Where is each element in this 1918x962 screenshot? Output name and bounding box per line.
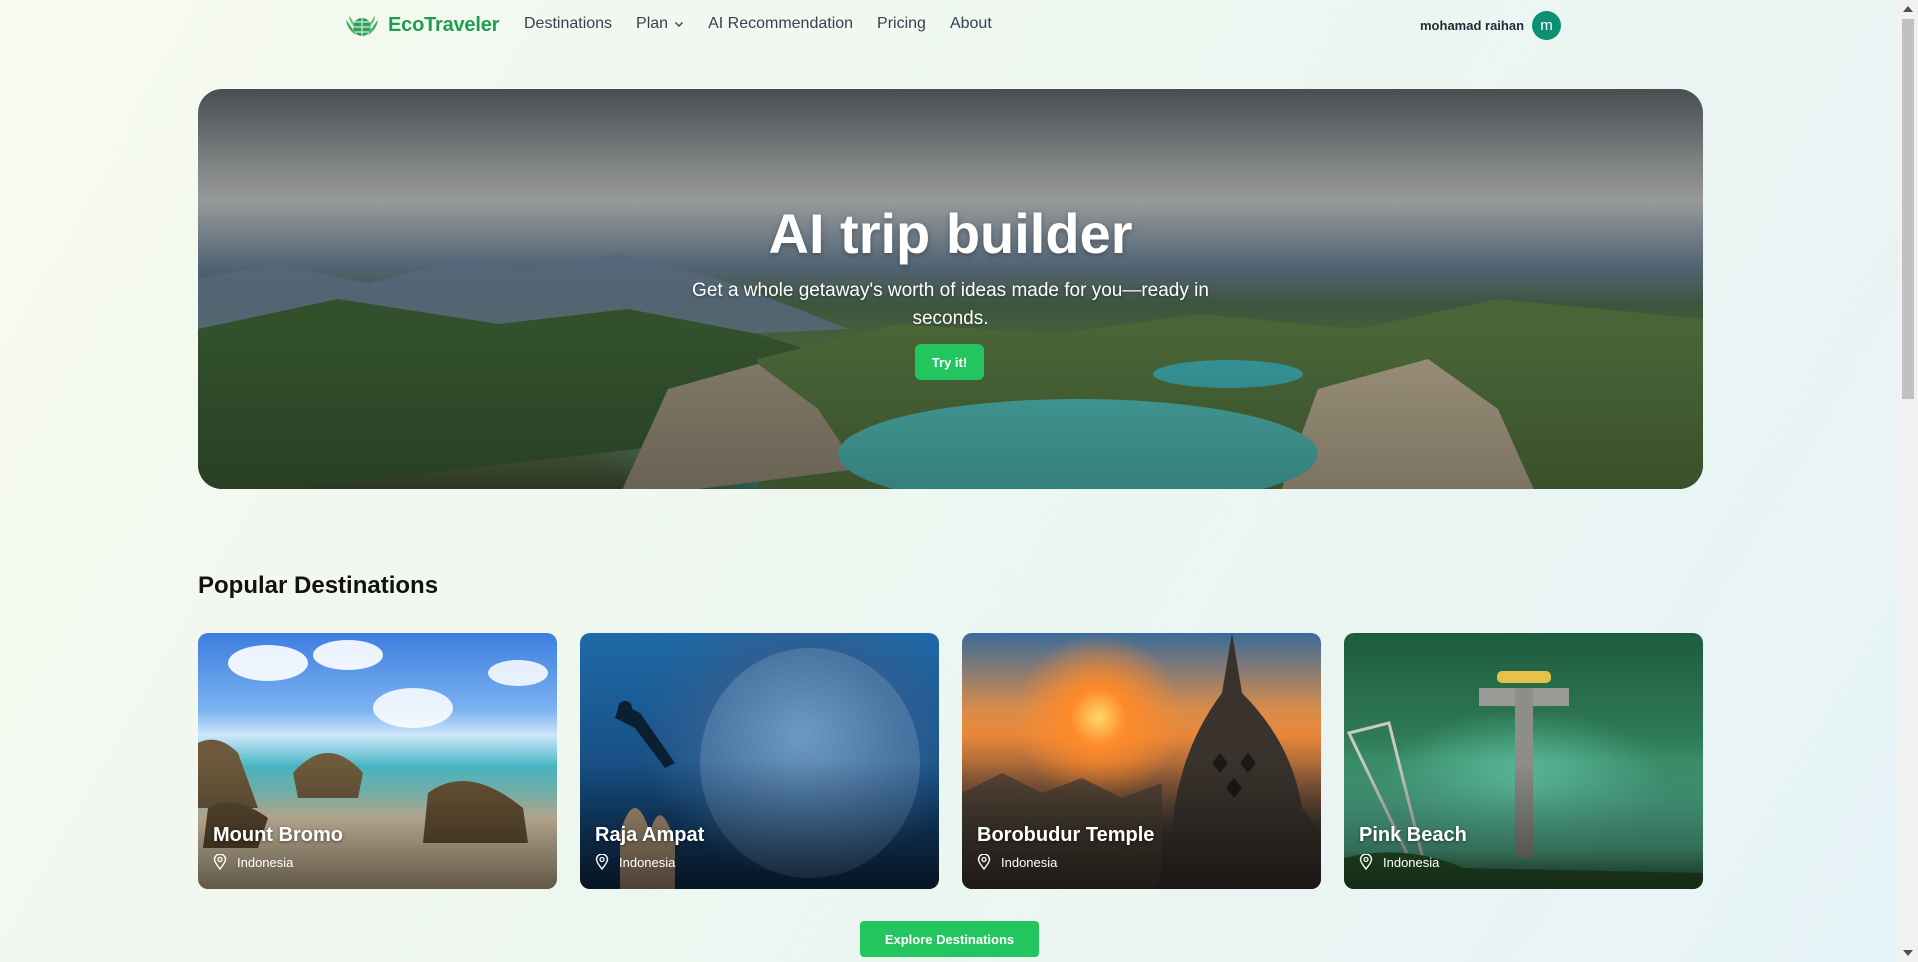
nav-destinations[interactable]: Destinations	[524, 15, 612, 33]
map-pin-icon	[213, 854, 227, 870]
card-location: Indonesia	[595, 854, 675, 870]
destination-card-borobudur-temple[interactable]: Borobudur Temple Indonesia	[962, 633, 1321, 889]
map-pin-icon	[595, 854, 609, 870]
try-it-button[interactable]: Try it!	[915, 344, 984, 380]
nav-ai-recommendation-label: AI Recommendation	[708, 15, 854, 32]
chevron-down-icon	[675, 22, 684, 27]
card-location: Indonesia	[977, 854, 1057, 870]
card-shade	[198, 633, 557, 889]
card-location: Indonesia	[1359, 854, 1439, 870]
nav-about-label: About	[949, 15, 992, 32]
map-pin-icon	[977, 854, 991, 870]
nav-ai-recommendation[interactable]: AI Recommendation	[708, 15, 853, 33]
map-pin-icon	[1359, 854, 1373, 870]
card-location-label: Indonesia	[237, 854, 294, 870]
card-location-label: Indonesia	[1383, 854, 1440, 870]
scroll-up-arrow-icon[interactable]	[1903, 6, 1913, 12]
card-location-label: Indonesia	[1001, 854, 1058, 870]
page-scrollbar[interactable]	[1898, 0, 1918, 962]
hero-content: AI trip builder Get a whole getaway's wo…	[198, 89, 1703, 489]
nav-pricing-label: Pricing	[877, 15, 926, 32]
main-nav: Destinations Plan AI Recommendation Pric…	[524, 15, 992, 33]
brand-logo[interactable]: EcoTraveler	[344, 10, 499, 40]
scroll-down-arrow-icon[interactable]	[1903, 950, 1913, 956]
destination-card-raja-ampat[interactable]: Raja Ampat Indonesia	[580, 633, 939, 889]
avatar: m	[1532, 11, 1562, 40]
nav-pricing[interactable]: Pricing	[877, 15, 926, 33]
card-title: Pink Beach	[1359, 824, 1467, 846]
brand-name: EcoTraveler	[388, 13, 500, 36]
nav-plan-label: Plan	[636, 15, 669, 32]
card-shade	[580, 633, 939, 889]
user-menu[interactable]: mohamad raihan m	[1420, 11, 1562, 40]
card-location: Indonesia	[213, 854, 293, 870]
card-shade	[1344, 633, 1703, 889]
card-title: Raja Ampat	[595, 824, 705, 846]
destination-card-pink-beach[interactable]: Pink Beach Indonesia	[1344, 633, 1703, 889]
popular-destinations-title: Popular Destinations	[198, 572, 439, 599]
destination-cards: Mount Bromo Indonesia Raja Ampat Indones…	[198, 633, 1703, 889]
explore-destinations-button[interactable]: Explore Destinations	[860, 921, 1039, 957]
scroll-thumb[interactable]	[1902, 19, 1914, 399]
nav-about[interactable]: About	[950, 15, 992, 33]
hero-banner: AI trip builder Get a whole getaway's wo…	[198, 89, 1703, 489]
hero-subtitle: Get a whole getaway's worth of ideas mad…	[692, 280, 1209, 329]
nav-plan-dropdown[interactable]: Plan	[636, 15, 684, 33]
card-shade	[962, 633, 1321, 889]
navbar: EcoTraveler Destinations Plan AI Recomme…	[0, 0, 1898, 50]
card-location-label: Indonesia	[619, 854, 676, 870]
hero-title: AI trip builder	[768, 202, 1133, 265]
globe-leaf-logo-icon	[346, 16, 378, 36]
nav-destinations-label: Destinations	[524, 15, 613, 32]
card-title: Borobudur Temple	[977, 824, 1155, 846]
user-name: mohamad raihan	[1420, 18, 1525, 33]
card-title: Mount Bromo	[213, 824, 343, 846]
destination-card-mount-bromo[interactable]: Mount Bromo Indonesia	[198, 633, 557, 889]
